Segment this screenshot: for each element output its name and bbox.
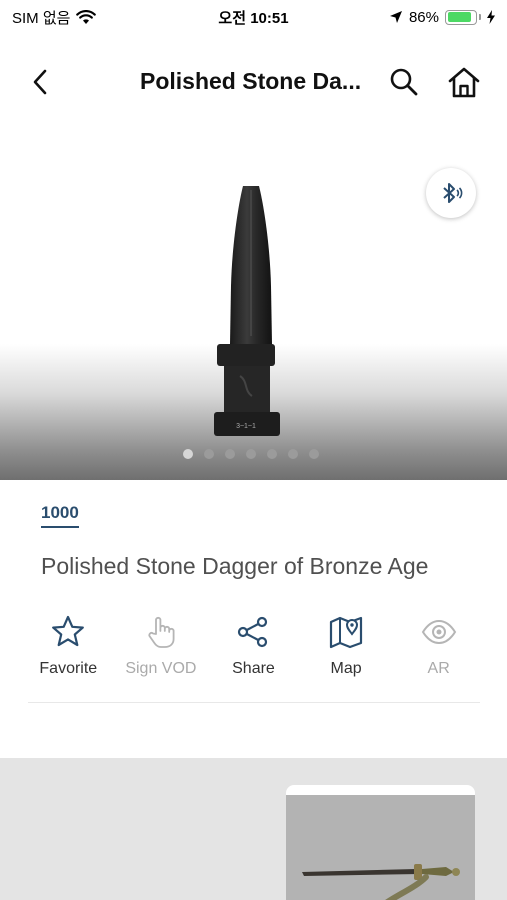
divider xyxy=(28,702,480,703)
page-title: Polished Stone Da... xyxy=(140,68,362,94)
sign-vod-label: Sign VOD xyxy=(125,660,197,677)
map-button[interactable]: Map xyxy=(300,612,393,682)
battery-percent: 86% xyxy=(408,8,439,26)
status-bar: SIM 없음 오전 10:51 86% xyxy=(0,0,507,34)
location-arrow-icon xyxy=(389,11,402,23)
carousel-dot[interactable] xyxy=(204,449,214,459)
search-icon xyxy=(390,68,418,96)
carousel-dot[interactable] xyxy=(267,449,277,459)
wifi-icon xyxy=(76,9,97,24)
status-left: SIM 없음 xyxy=(12,7,97,28)
favorite-label: Favorite xyxy=(39,660,98,677)
svg-text:3~1~1: 3~1~1 xyxy=(236,423,256,430)
hand-pointer-icon xyxy=(148,616,175,648)
carrier-label: SIM 없음 xyxy=(12,9,71,27)
dagger-image: 3~1~1 xyxy=(214,186,280,436)
related-relic-card[interactable] xyxy=(286,785,475,900)
related-relics-section xyxy=(0,758,507,900)
nav-bar: Polished Stone Da... xyxy=(0,50,507,114)
related-relic-image xyxy=(286,795,475,900)
bluetooth-audio-button[interactable] xyxy=(426,168,476,218)
relic-title: Polished Stone Dagger of Bronze Age xyxy=(41,553,429,579)
battery-icon xyxy=(445,9,481,25)
share-label: Share xyxy=(232,660,275,677)
charging-bolt-icon xyxy=(487,10,495,24)
carousel-dot[interactable] xyxy=(309,449,319,459)
chevron-left-icon xyxy=(33,69,47,95)
eye-icon xyxy=(421,619,456,645)
status-right: 86% xyxy=(389,9,495,26)
home-icon xyxy=(448,67,480,98)
map-pin-icon xyxy=(329,616,363,649)
action-bar: Favorite Sign VOD Share Map AR xyxy=(22,612,485,682)
home-button[interactable] xyxy=(444,64,484,100)
sign-vod-button[interactable]: Sign VOD xyxy=(115,612,208,682)
search-button[interactable] xyxy=(386,64,422,100)
back-button[interactable] xyxy=(24,66,56,98)
map-label: Map xyxy=(330,660,362,677)
carousel-dot[interactable] xyxy=(288,449,298,459)
star-icon xyxy=(52,615,85,647)
favorite-button[interactable]: Favorite xyxy=(22,612,115,682)
share-button[interactable]: Share xyxy=(207,612,300,682)
battery-level xyxy=(447,12,471,22)
relic-number: 1000 xyxy=(41,503,79,528)
bluetooth-audio-icon xyxy=(443,183,463,203)
share-icon xyxy=(238,616,268,648)
carousel-dot[interactable] xyxy=(183,449,193,459)
ar-button[interactable]: AR xyxy=(392,612,485,682)
carousel-dot[interactable] xyxy=(225,449,235,459)
ar-label: AR xyxy=(427,660,450,677)
carousel-dot[interactable] xyxy=(246,449,256,459)
relic-image-carousel[interactable]: 3~1~1 xyxy=(0,122,507,480)
